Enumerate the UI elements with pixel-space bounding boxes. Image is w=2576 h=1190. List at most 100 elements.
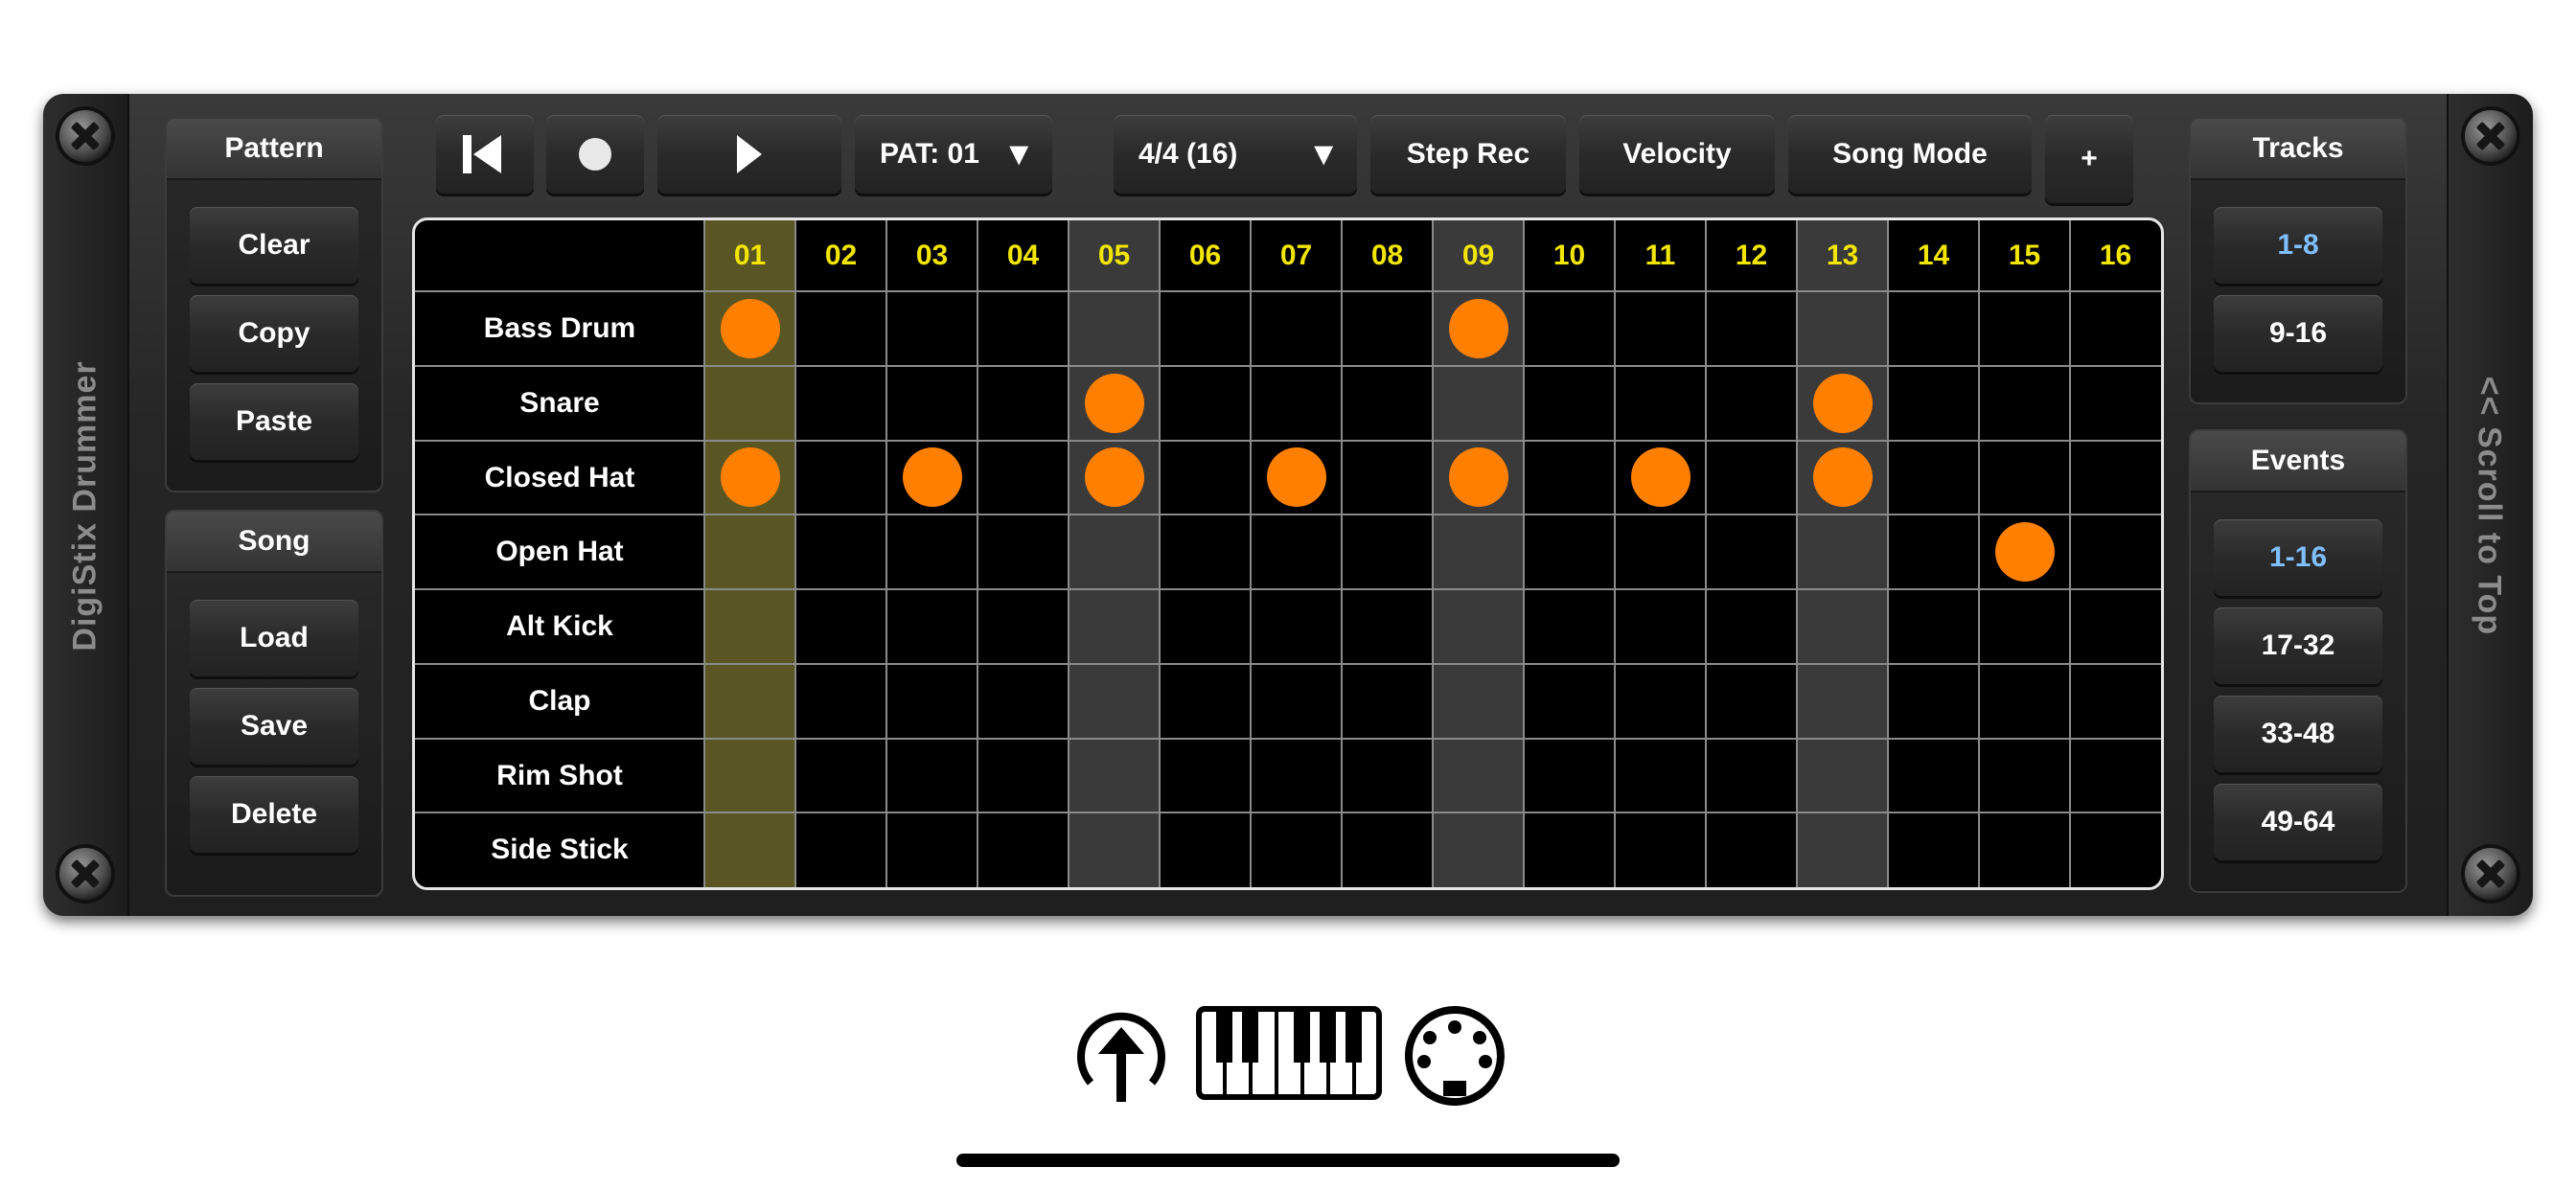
step-cell[interactable]: [1251, 739, 1342, 813]
step-cell[interactable]: [1069, 366, 1160, 441]
midi-port-icon[interactable]: [1405, 1006, 1505, 1106]
events-1-16-button[interactable]: 1-16: [2214, 519, 2382, 596]
rewind-button[interactable]: [436, 115, 534, 194]
step-cell[interactable]: [795, 739, 886, 813]
step-cell[interactable]: [978, 366, 1069, 441]
step-cell[interactable]: [1160, 812, 1251, 887]
step-cell[interactable]: [1433, 366, 1524, 441]
step-cell[interactable]: [2070, 366, 2161, 441]
step-cell[interactable]: [704, 812, 795, 887]
step-cell[interactable]: [978, 664, 1069, 739]
step-cell[interactable]: [1888, 739, 1979, 813]
step-cell[interactable]: [1888, 366, 1979, 441]
step-cell[interactable]: [886, 589, 978, 664]
step-cell[interactable]: [1069, 291, 1160, 366]
step-cell[interactable]: [1251, 291, 1342, 366]
paste-button[interactable]: Paste: [190, 383, 358, 460]
step-cell[interactable]: [1342, 441, 1433, 515]
step-cell[interactable]: [1342, 515, 1433, 589]
step-cell[interactable]: [1615, 664, 1706, 739]
step-cell[interactable]: [1524, 664, 1615, 739]
step-cell[interactable]: [886, 441, 978, 515]
upload-icon[interactable]: [1071, 1006, 1171, 1106]
step-cell[interactable]: [1615, 291, 1706, 366]
step-rec-button[interactable]: Step Rec: [1370, 115, 1566, 194]
pattern-select[interactable]: PAT: 01 ▼: [855, 115, 1052, 194]
step-cell[interactable]: [2070, 664, 2161, 739]
step-cell[interactable]: [1160, 589, 1251, 664]
step-cell[interactable]: [795, 812, 886, 887]
save-button[interactable]: Save: [190, 688, 358, 765]
step-cell[interactable]: [978, 812, 1069, 887]
step-cell[interactable]: [1979, 515, 2070, 589]
step-cell[interactable]: [704, 291, 795, 366]
step-cell[interactable]: [1706, 589, 1797, 664]
step-cell[interactable]: [1797, 366, 1888, 441]
step-cell[interactable]: [1342, 291, 1433, 366]
step-cell[interactable]: [1069, 664, 1160, 739]
step-cell[interactable]: [1706, 366, 1797, 441]
step-cell[interactable]: [1433, 515, 1524, 589]
step-cell[interactable]: [1797, 739, 1888, 813]
step-cell[interactable]: [795, 291, 886, 366]
tracks-9-16-button[interactable]: 9-16: [2214, 295, 2382, 372]
step-cell[interactable]: [704, 664, 795, 739]
step-cell[interactable]: [1160, 739, 1251, 813]
step-cell[interactable]: [886, 664, 978, 739]
step-cell[interactable]: [704, 515, 795, 589]
step-cell[interactable]: [1433, 664, 1524, 739]
piano-keyboard-icon[interactable]: [1196, 1006, 1382, 1100]
step-cell[interactable]: [1433, 812, 1524, 887]
step-cell[interactable]: [795, 664, 886, 739]
load-button[interactable]: Load: [190, 600, 358, 676]
step-cell[interactable]: [978, 291, 1069, 366]
step-cell[interactable]: [795, 366, 886, 441]
step-cell[interactable]: [1888, 664, 1979, 739]
step-cell[interactable]: [1342, 589, 1433, 664]
step-cell[interactable]: [1069, 812, 1160, 887]
step-cell[interactable]: [1524, 739, 1615, 813]
step-cell[interactable]: [1524, 589, 1615, 664]
step-cell[interactable]: [1979, 739, 2070, 813]
song-mode-button[interactable]: Song Mode: [1788, 115, 2032, 194]
step-cell[interactable]: [1342, 812, 1433, 887]
step-cell[interactable]: [704, 589, 795, 664]
step-cell[interactable]: [1706, 515, 1797, 589]
step-cell[interactable]: [886, 366, 978, 441]
step-cell[interactable]: [1615, 366, 1706, 441]
step-cell[interactable]: [1797, 441, 1888, 515]
step-cell[interactable]: [1706, 739, 1797, 813]
step-cell[interactable]: [1433, 291, 1524, 366]
step-cell[interactable]: [1069, 739, 1160, 813]
step-cell[interactable]: [1615, 739, 1706, 813]
velocity-button[interactable]: Velocity: [1579, 115, 1775, 194]
copy-button[interactable]: Copy: [190, 295, 358, 372]
step-cell[interactable]: [2070, 589, 2161, 664]
step-cell[interactable]: [1979, 441, 2070, 515]
step-cell[interactable]: [978, 589, 1069, 664]
step-cell[interactable]: [2070, 441, 2161, 515]
events-49-64-button[interactable]: 49-64: [2214, 784, 2382, 860]
step-cell[interactable]: [1251, 664, 1342, 739]
step-cell[interactable]: [886, 739, 978, 813]
step-cell[interactable]: [978, 515, 1069, 589]
step-cell[interactable]: [886, 515, 978, 589]
step-cell[interactable]: [1706, 441, 1797, 515]
step-cell[interactable]: [795, 441, 886, 515]
play-button[interactable]: [657, 115, 841, 194]
step-cell[interactable]: [2070, 291, 2161, 366]
step-cell[interactable]: [1706, 664, 1797, 739]
step-cell[interactable]: [1524, 366, 1615, 441]
step-cell[interactable]: [2070, 739, 2161, 813]
step-cell[interactable]: [1797, 515, 1888, 589]
step-cell[interactable]: [1251, 366, 1342, 441]
add-button[interactable]: +: [2045, 115, 2133, 203]
step-cell[interactable]: [1251, 589, 1342, 664]
step-cell[interactable]: [1069, 589, 1160, 664]
step-cell[interactable]: [1342, 739, 1433, 813]
step-cell[interactable]: [1069, 515, 1160, 589]
events-17-32-button[interactable]: 17-32: [2214, 607, 2382, 684]
step-cell[interactable]: [1979, 589, 2070, 664]
step-cell[interactable]: [1069, 441, 1160, 515]
step-cell[interactable]: [1797, 589, 1888, 664]
